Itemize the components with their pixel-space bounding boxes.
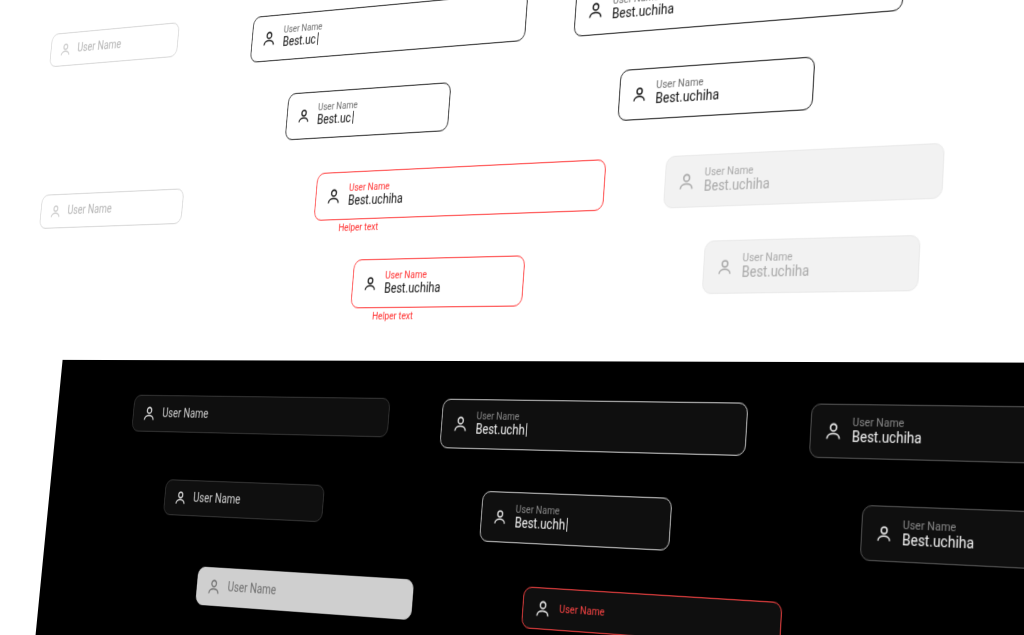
input-placeholder: User Name xyxy=(67,202,113,218)
user-icon xyxy=(49,203,62,219)
input-placeholder: User Name xyxy=(162,406,209,422)
input-label: User Name xyxy=(656,74,721,91)
input-placeholder: User Name xyxy=(77,37,122,55)
input-value: Best.uchiha xyxy=(383,281,440,298)
username-field-default-large-dark[interactable]: User Name Best.uchiha xyxy=(809,403,1024,464)
user-icon xyxy=(206,577,221,596)
username-field-disabled-large-dark: User Name xyxy=(195,566,414,620)
input-placeholder: User Name xyxy=(193,491,241,508)
input-value: Best.uchiha xyxy=(741,263,810,282)
input-field-ghost-1: User Name xyxy=(49,22,180,67)
input-field-ghost-2: User Name xyxy=(39,188,184,229)
input-label: User Name xyxy=(704,162,771,178)
username-field-focus-small-dark[interactable]: User Name Best.uchh xyxy=(479,491,672,551)
username-field-empty-large-dark[interactable]: User Name xyxy=(131,395,390,438)
input-placeholder: User Name xyxy=(227,580,277,599)
user-icon xyxy=(174,489,187,506)
username-field-error-small[interactable]: User Name Best.uchiha xyxy=(350,255,525,308)
username-field-focus-large-dark[interactable]: User Name Best.uchh xyxy=(439,399,748,456)
user-icon xyxy=(261,29,276,48)
input-label: User Name xyxy=(852,416,922,431)
username-field-error-large[interactable]: User Name Best.uchiha xyxy=(314,159,607,221)
input-value: Best.uchiha xyxy=(655,87,720,108)
user-icon xyxy=(142,404,157,422)
user-icon xyxy=(59,41,72,57)
username-field-default-large[interactable]: User Name Best.uchiha xyxy=(573,0,905,37)
helper-text: Helper text xyxy=(372,310,414,323)
user-icon xyxy=(297,107,311,124)
user-icon xyxy=(824,420,844,441)
user-icon xyxy=(875,524,893,544)
user-icon xyxy=(534,598,552,619)
input-value: Best.uchh xyxy=(475,422,528,439)
user-icon xyxy=(452,414,469,433)
user-icon xyxy=(363,275,378,292)
input-value: Best.uc xyxy=(282,32,322,50)
username-field-focused-small[interactable]: User Name Best.uc xyxy=(285,82,452,140)
username-field-disabled-large: User Name Best.uchiha xyxy=(663,143,945,209)
input-value: Best.uchiha xyxy=(902,532,975,554)
user-icon xyxy=(631,85,648,104)
user-icon xyxy=(326,187,342,206)
input-value: Best.uc xyxy=(316,111,357,129)
input-label: User Name xyxy=(559,603,605,619)
input-value: Best.uchiha xyxy=(347,192,403,210)
input-label: User Name xyxy=(385,268,442,282)
input-label: User Name xyxy=(476,410,528,424)
input-label: User Name xyxy=(742,249,810,264)
input-value: Best.uchiha xyxy=(703,176,770,196)
username-field-default-small-dark[interactable]: User Name Best.uchiha xyxy=(860,505,1024,571)
input-value: Best.uchh xyxy=(514,516,568,535)
helper-text: Helper text xyxy=(338,220,379,233)
user-icon xyxy=(492,508,508,526)
user-icon xyxy=(716,257,733,276)
username-field-default-small[interactable]: User Name Best.uchiha xyxy=(617,56,815,121)
user-icon xyxy=(587,0,605,21)
username-field-error-large-dark[interactable]: User Name xyxy=(521,586,782,635)
input-value: Best.uchiha xyxy=(851,429,922,448)
username-field-disabled-small: User Name Best.uchiha xyxy=(702,235,921,294)
username-field-empty-small-dark[interactable]: User Name xyxy=(163,479,325,522)
user-icon xyxy=(677,171,696,192)
input-label: User Name xyxy=(902,518,975,535)
username-field-focused-large[interactable]: User Name Best.uc xyxy=(250,0,529,63)
